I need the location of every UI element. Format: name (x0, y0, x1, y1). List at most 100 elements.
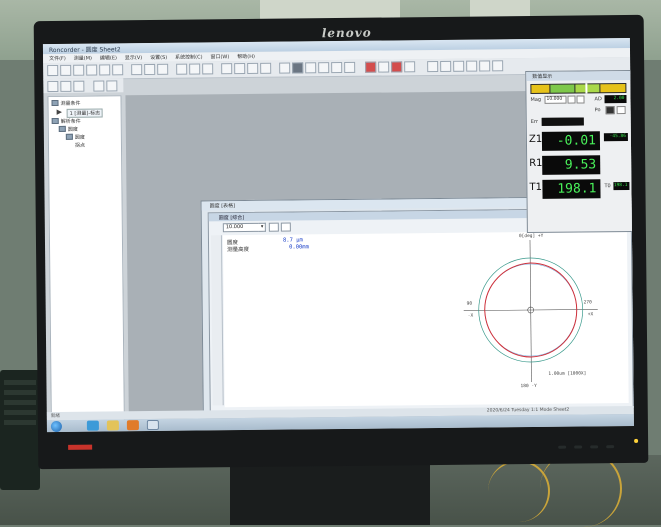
menu-settings[interactable]: 设置(S) (150, 54, 167, 61)
menu-window[interactable]: 窗口(W) (210, 53, 229, 60)
polar-bottom-label: 180 -Y (520, 383, 537, 390)
toolbar-button[interactable] (378, 61, 390, 73)
t1-side-label: T0 (604, 183, 611, 190)
tree-node-item-b[interactable]: 拐点 (75, 142, 85, 149)
readout-titlebar[interactable]: 数值显示 (526, 70, 633, 82)
menu-help[interactable]: 帮助(H) (237, 53, 255, 60)
toolbar-button[interactable] (99, 64, 111, 76)
open-file-button[interactable] (60, 64, 72, 76)
toolbar-button[interactable] (492, 60, 504, 72)
screen: Roncorder - 圆度 Sheet2 文件(F) 测量(M) 编辑(E) … (42, 37, 634, 433)
toolbar-button[interactable] (268, 222, 279, 232)
toolbar-button[interactable] (221, 63, 233, 75)
toolbar-button[interactable] (112, 64, 124, 76)
t1-readout: 198.1 (542, 179, 601, 199)
digital-readout-panel: 数值显示 Mag 10.000 AD 2.00 Po Err Z1 -0.01 … (525, 69, 634, 234)
mag-decrease-button[interactable] (567, 95, 576, 104)
tree-node-item-a[interactable]: 圆度 (75, 134, 85, 141)
folder-icon[interactable] (106, 420, 119, 431)
roundness-window-title: 圆度 [表格] (209, 203, 236, 210)
menu-edit[interactable]: 编辑(E) (100, 54, 117, 61)
toolbar-button[interactable] (189, 63, 201, 75)
toolbar-button[interactable] (427, 60, 439, 73)
toolbar-button[interactable] (344, 61, 356, 73)
toolbar-button[interactable] (440, 60, 452, 72)
menu-measure[interactable]: 测量(M) (74, 55, 92, 62)
toolbar-button[interactable] (176, 63, 188, 75)
toolbar-button[interactable] (279, 62, 291, 74)
toolbar-button[interactable] (73, 80, 85, 92)
toolbar-button[interactable] (131, 64, 143, 76)
chevron-down-icon[interactable]: ▾ (258, 222, 266, 232)
toolbar-button[interactable] (318, 62, 330, 74)
polar-right-sign: +X (587, 312, 594, 318)
ad-label: AD (594, 96, 602, 103)
scale-select[interactable]: 10.000 (222, 222, 263, 233)
tree-node-measure[interactable]: 1 [测量]-标志 (66, 108, 104, 118)
monitor-button[interactable] (606, 445, 615, 449)
monitor-button[interactable] (574, 445, 583, 449)
level-meter (530, 83, 627, 95)
z1-label: Z1 (528, 133, 543, 146)
menu-view[interactable]: 显示(V) (125, 54, 142, 61)
toolbar-button[interactable] (157, 63, 169, 75)
expand-arrow-icon[interactable]: ▶ (57, 108, 62, 116)
toolbar-button[interactable] (60, 80, 72, 92)
new-file-button[interactable] (47, 64, 59, 77)
secondary-toolbar (43, 78, 124, 94)
toolbar-button[interactable] (247, 62, 259, 74)
folder-icon (58, 125, 66, 132)
monitor-button[interactable] (590, 445, 599, 449)
po-indicator (605, 106, 615, 115)
folder-icon (51, 117, 59, 125)
t1-side-value: 198.1 (613, 181, 630, 191)
side-strip (210, 235, 224, 406)
menu-file[interactable]: 文件(F) (49, 55, 66, 62)
menu-system-control[interactable]: 系统控制(C) (175, 53, 202, 60)
polar-plot (463, 240, 598, 383)
monitor-bottom-logo (68, 444, 93, 450)
browser-icon[interactable] (86, 420, 99, 431)
toolbar-button[interactable] (234, 62, 246, 75)
po-label: Po (594, 107, 601, 114)
ad-value: 2.00 (604, 95, 627, 104)
tree-node-analysis[interactable]: 解析条件 (61, 118, 81, 125)
record-button[interactable] (391, 61, 403, 73)
toolbar-button[interactable] (479, 60, 491, 72)
toolbar-button[interactable] (202, 63, 214, 75)
mag-increase-button[interactable] (576, 95, 585, 104)
save-button[interactable] (73, 64, 85, 76)
polar-left-label: 90 (466, 301, 473, 307)
toolbar-button[interactable] (404, 61, 416, 73)
child-window-title: 圆度 [综合] (218, 215, 245, 222)
status-left: 就绪 (50, 413, 60, 420)
media-player-icon[interactable] (126, 420, 139, 431)
toolbar-button[interactable] (453, 60, 465, 72)
toolbar-button[interactable] (86, 64, 98, 76)
toolbar-button[interactable] (331, 61, 343, 74)
toolbar-button[interactable] (106, 80, 118, 92)
roncorder-app-icon[interactable] (146, 419, 159, 431)
polar-top-label: 0[deg] +Y (518, 233, 544, 240)
toolbar-button[interactable] (144, 63, 156, 76)
start-button[interactable] (50, 420, 62, 433)
toolbar-button[interactable] (93, 80, 105, 92)
toolbar-button[interactable] (280, 222, 291, 232)
keyboard (0, 370, 40, 490)
toolbar-button[interactable] (466, 60, 478, 72)
toolbar-button[interactable] (260, 62, 272, 74)
po-toggle[interactable] (616, 106, 626, 115)
monitor-button[interactable] (558, 445, 567, 449)
toolbar-button[interactable] (292, 62, 304, 74)
folder-icon (51, 99, 59, 107)
roundness-child-window: 圆度 [综合] 10.000 ▾ 圆度 8.7 μm 测量高度 0.00mm 0… (207, 207, 634, 413)
toolbar-button[interactable] (305, 62, 317, 74)
document-icon (65, 133, 73, 140)
toolbar-button[interactable] (47, 80, 59, 93)
tree-node-root[interactable]: 测量条件 (60, 100, 81, 107)
err-indicator (541, 117, 584, 126)
mag-field[interactable]: 10.000 (544, 95, 567, 104)
monitor-brand: lenovo (321, 25, 372, 41)
stop-button[interactable] (365, 61, 377, 73)
tree-node-roundness[interactable]: 圆度 (68, 126, 78, 133)
